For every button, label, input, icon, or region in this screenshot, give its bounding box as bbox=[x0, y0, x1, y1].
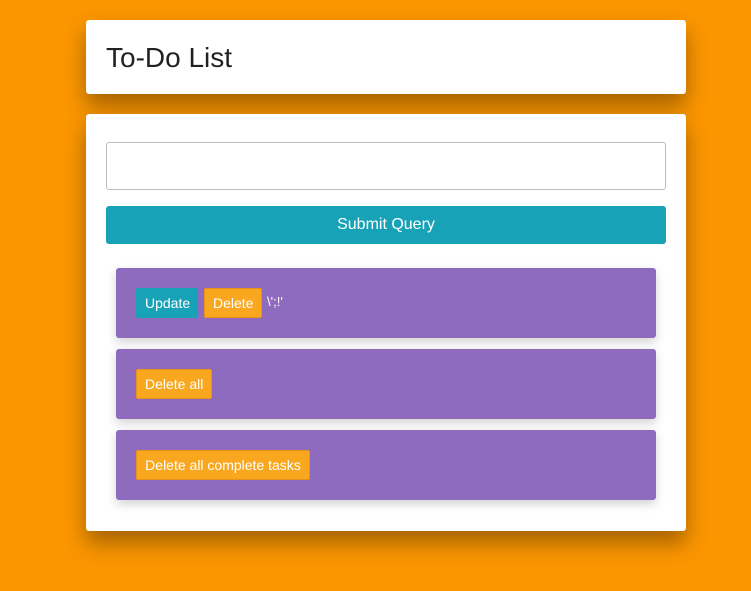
delete-complete-panel: Delete all complete tasks bbox=[116, 430, 656, 500]
delete-all-panel: Delete all bbox=[116, 349, 656, 419]
main-card: Submit Query Update Delete \';!' Delete … bbox=[86, 114, 686, 531]
submit-button[interactable]: Submit Query bbox=[106, 206, 666, 244]
page-title: To-Do List bbox=[106, 42, 233, 73]
task-item: Update Delete \';!' bbox=[116, 268, 656, 338]
task-input[interactable] bbox=[106, 142, 666, 190]
delete-complete-tasks-button[interactable]: Delete all complete tasks bbox=[136, 450, 310, 480]
header-card: To-Do List bbox=[86, 20, 686, 94]
delete-all-button[interactable]: Delete all bbox=[136, 369, 212, 399]
task-text: \';!' bbox=[267, 294, 283, 309]
delete-button[interactable]: Delete bbox=[204, 288, 262, 318]
update-button[interactable]: Update bbox=[136, 288, 198, 318]
